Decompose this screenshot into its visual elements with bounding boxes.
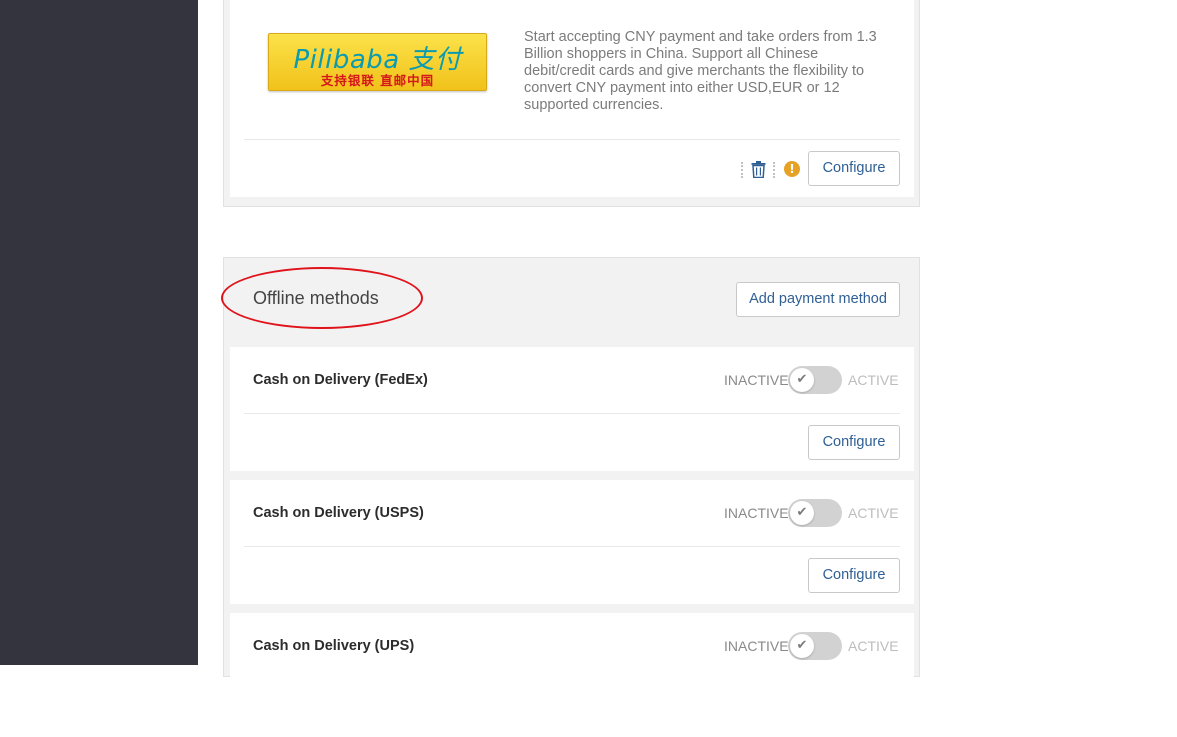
- active-label: ACTIVE: [848, 372, 899, 388]
- card-divider: [244, 139, 900, 140]
- active-toggle[interactable]: ✔: [788, 632, 842, 660]
- warning-icon[interactable]: !: [784, 161, 800, 177]
- active-label: ACTIVE: [848, 505, 899, 521]
- check-icon: ✔: [790, 501, 814, 525]
- drag-handle-icon[interactable]: [773, 162, 776, 178]
- configure-button[interactable]: Configure: [808, 151, 900, 186]
- payment-method-card: Cash on Delivery (UPS) INACTIVE ✔ ACTIVE: [230, 613, 914, 737]
- section-title: Offline methods: [253, 288, 379, 308]
- payment-method-card: Cash on Delivery (FedEx) INACTIVE ✔ ACTI…: [230, 347, 914, 471]
- trash-icon[interactable]: [751, 161, 766, 179]
- check-icon: ✔: [790, 368, 814, 392]
- inactive-label: INACTIVE: [724, 372, 789, 388]
- method-name: Cash on Delivery (USPS): [253, 505, 424, 521]
- drag-handle-icon[interactable]: [741, 162, 744, 178]
- logo-sub-text: 支持银联 直邮中国: [320, 73, 435, 88]
- inactive-label: INACTIVE: [724, 505, 789, 521]
- active-toggle[interactable]: ✔: [788, 366, 842, 394]
- configure-button[interactable]: Configure: [808, 425, 900, 460]
- method-name: Cash on Delivery (UPS): [253, 638, 415, 654]
- add-payment-method-button[interactable]: Add payment method: [736, 282, 900, 317]
- offline-methods-section: Offline methods Add payment method Cash …: [221, 257, 920, 737]
- method-name: Cash on Delivery (FedEx): [253, 372, 428, 388]
- left-sidebar: [0, 0, 198, 665]
- inactive-label: INACTIVE: [724, 638, 789, 654]
- configure-button[interactable]: Configure: [808, 558, 900, 593]
- offline-methods-header: Offline methods Add payment method: [221, 258, 919, 341]
- main-content: Pilibaba 支付 支持银联 直邮中国 Start accepting CN…: [198, 0, 1177, 737]
- active-label: ACTIVE: [848, 638, 899, 654]
- card-divider: [244, 413, 900, 414]
- active-toggle[interactable]: ✔: [788, 499, 842, 527]
- pilibaba-logo: Pilibaba 支付 支持银联 直邮中国: [268, 33, 487, 91]
- check-icon: ✔: [790, 634, 814, 658]
- payment-method-card: Cash on Delivery (USPS) INACTIVE ✔ ACTIV…: [230, 480, 914, 604]
- online-methods-section: Pilibaba 支付 支持银联 直邮中国 Start accepting CN…: [223, 0, 920, 207]
- method-description: Start accepting CNY payment and take ord…: [524, 29, 877, 113]
- payment-method-card-pilibaba: Pilibaba 支付 支持银联 直邮中国 Start accepting CN…: [230, 0, 914, 197]
- card-divider: [244, 546, 900, 547]
